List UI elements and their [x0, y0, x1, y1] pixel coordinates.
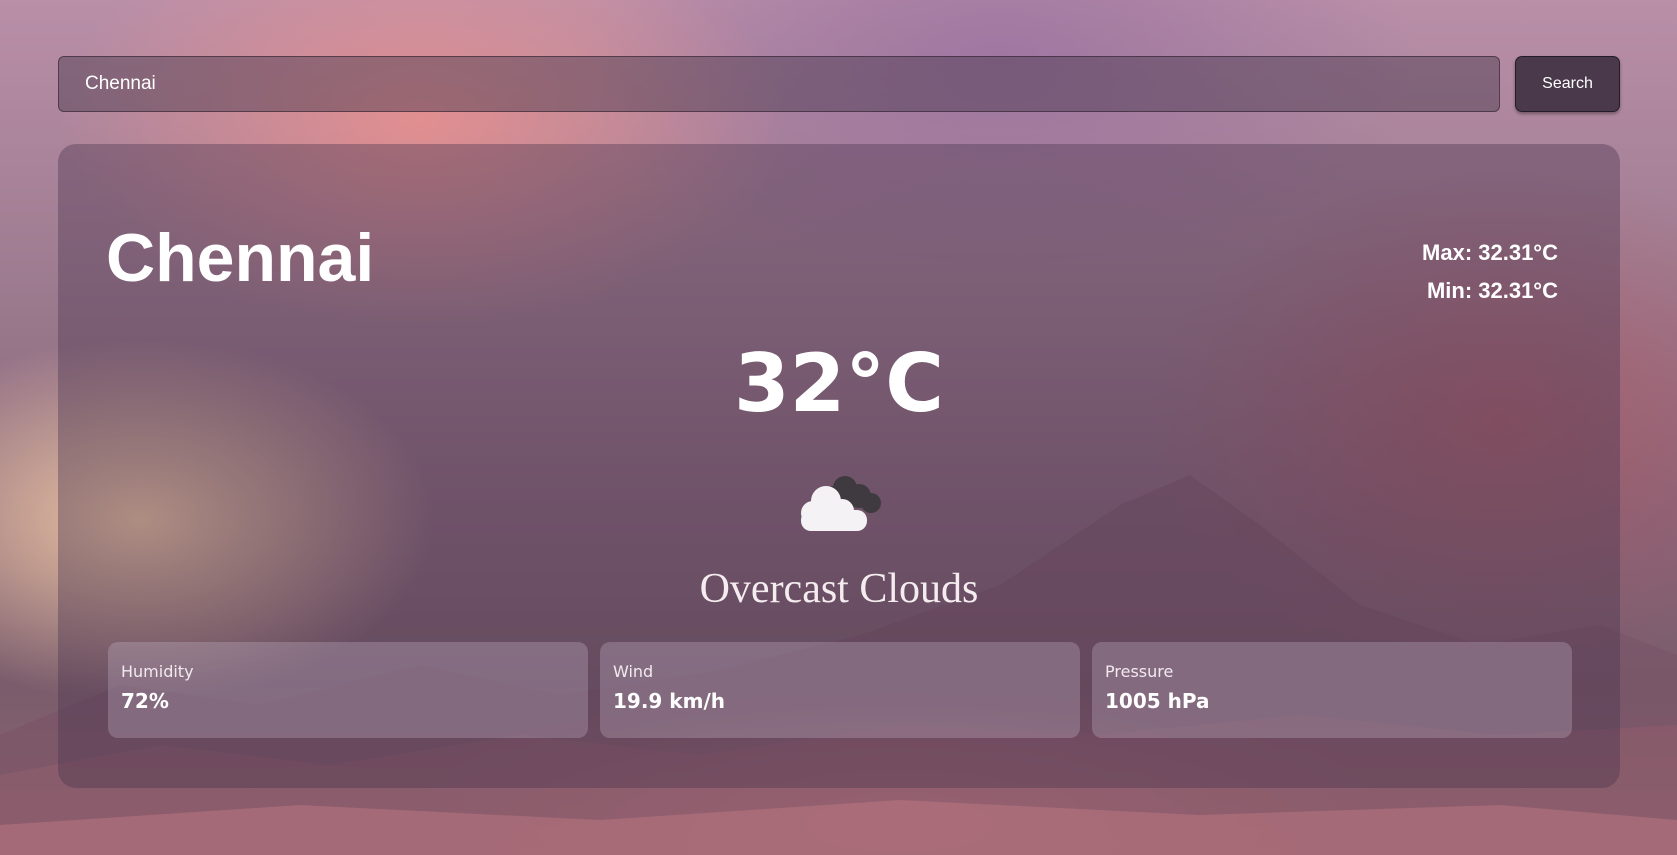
- search-button[interactable]: Search: [1515, 56, 1620, 112]
- current-temperature: 32°C: [733, 337, 945, 430]
- wind-value: 19.9 km/h: [613, 689, 725, 713]
- wind-label: Wind: [613, 662, 654, 681]
- humidity-value: 72%: [121, 689, 169, 713]
- pressure-value: 1005 hPa: [1105, 689, 1210, 713]
- pressure-card: Pressure 1005 hPa: [1092, 642, 1572, 738]
- humidity-card: Humidity 72%: [108, 642, 588, 738]
- min-temperature: Min: 32.31°C: [1426, 278, 1558, 303]
- weather-description: Overcast Clouds: [699, 566, 979, 612]
- weather-card: Chennai Max: 32.31°C Min: 32.31°C 32°C O…: [58, 144, 1620, 788]
- min-max-temperatures: Max: 32.31°C Min: 32.31°C: [1422, 234, 1558, 310]
- city-name: Chennai: [106, 220, 375, 296]
- overcast-clouds-icon: [801, 476, 881, 531]
- search-input[interactable]: [58, 56, 1500, 112]
- wind-card: Wind 19.9 km/h: [600, 642, 1080, 738]
- humidity-label: Humidity: [121, 662, 194, 681]
- pressure-label: Pressure: [1105, 662, 1174, 681]
- max-temperature: Max: 32.31°C: [1422, 240, 1558, 265]
- weather-stats: Humidity 72% Wind 19.9 km/h Pressure 100…: [108, 642, 1572, 738]
